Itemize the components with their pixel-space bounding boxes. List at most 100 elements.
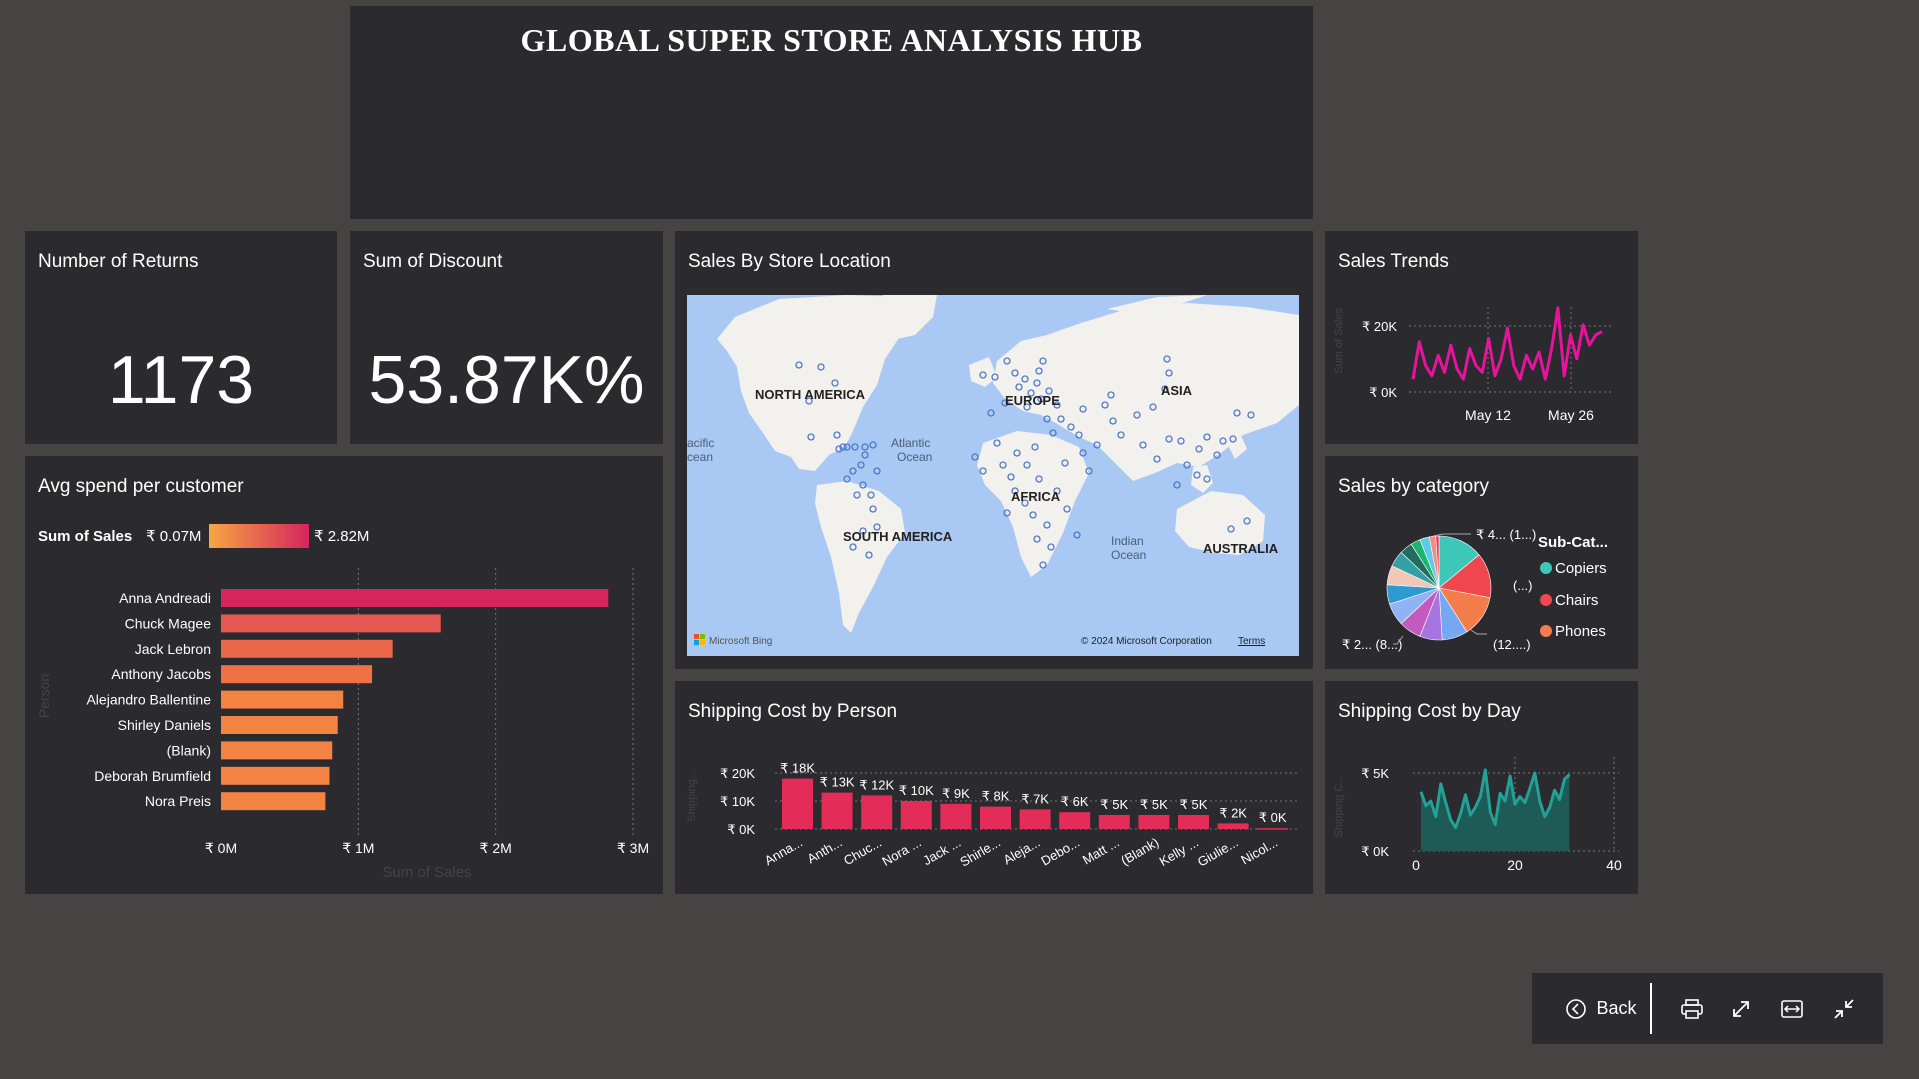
ship-person-data-label: ₹ 10K bbox=[899, 783, 934, 798]
avg-spend-bar bbox=[221, 614, 441, 633]
sales-trends-chart: Sum of Sales ₹ 20K ₹ 0K May 12 May 26 bbox=[1333, 306, 1613, 423]
label-asia: ASIA bbox=[1161, 383, 1193, 398]
discount-card[interactable]: Sum of Discount 53.87K% bbox=[350, 231, 663, 444]
avg-spend-category-label: Anna Andreadi bbox=[119, 590, 211, 606]
sales-trends-visual[interactable]: Sales Trends Sum of Sales ₹ 20K ₹ 0K May 1… bbox=[1325, 231, 1638, 444]
print-button[interactable] bbox=[1672, 973, 1712, 1044]
ship-person-bar bbox=[940, 803, 972, 829]
avg-spend-category-label: Deborah Brumfield bbox=[94, 768, 211, 784]
back-icon bbox=[1566, 998, 1587, 1019]
trends-y-tick: ₹ 0K bbox=[1369, 385, 1397, 400]
ship-person-data-label: ₹ 5K bbox=[1180, 797, 1208, 812]
discount-card-title: Sum of Discount bbox=[363, 251, 503, 272]
report-navigation-bar: Back bbox=[1532, 973, 1883, 1044]
pie-label-top: ₹ 4... (1...) bbox=[1476, 527, 1536, 542]
avg-spend-x-tick: ₹ 1M bbox=[342, 840, 374, 856]
ship-person-category-label: Nicol... bbox=[1238, 835, 1280, 868]
ship-person-category-label: Chuc... bbox=[841, 835, 884, 869]
ship-person-bar bbox=[1178, 815, 1209, 829]
returns-card-title: Number of Returns bbox=[38, 251, 199, 272]
ship-person-data-label: ₹ 9K bbox=[942, 786, 970, 801]
pie-leader-line bbox=[1470, 629, 1487, 635]
avg-spend-bar bbox=[221, 639, 393, 658]
ship-person-data-label: ₹ 6K bbox=[1061, 794, 1089, 809]
expand-button[interactable] bbox=[1721, 973, 1761, 1044]
collapse-button[interactable] bbox=[1824, 973, 1864, 1044]
category-pie-chart: ₹ 4... (1...) (...) ₹ 2... (8...) (12...… bbox=[1342, 527, 1608, 652]
back-label: Back bbox=[1596, 998, 1637, 1018]
pie-legend-title: Sub-Cat... bbox=[1538, 534, 1608, 551]
bing-brand: Microsoft Bing bbox=[709, 636, 772, 647]
ship-day-x-tick: 40 bbox=[1606, 857, 1622, 873]
avg-spend-x-tick: ₹ 3M bbox=[617, 840, 649, 856]
ship-person-bar bbox=[1019, 809, 1051, 829]
avg-spend-x-tick: ₹ 2M bbox=[480, 840, 512, 856]
fit-width-button[interactable] bbox=[1772, 973, 1812, 1044]
label-europe: EUROPE bbox=[1005, 393, 1060, 408]
shipping-person-visual[interactable]: Shipping Cost by Person Shipping... ₹ 20… bbox=[675, 681, 1313, 894]
ship-person-data-label: ₹ 12K bbox=[859, 777, 894, 792]
ship-person-bar bbox=[900, 801, 932, 829]
svg-text:Phones: Phones bbox=[1555, 623, 1606, 640]
pie-label-mid: (...) bbox=[1513, 578, 1533, 593]
avg-spend-bar bbox=[221, 589, 609, 607]
label-south-america: SOUTH AMERICA bbox=[843, 529, 953, 544]
ship-person-bar bbox=[1059, 812, 1091, 829]
avg-spend-bar bbox=[221, 716, 338, 734]
pie-leader-line bbox=[1432, 533, 1471, 537]
returns-value: 1173 bbox=[107, 342, 255, 418]
legend-gradient bbox=[209, 524, 309, 548]
ship-person-category-label: Kelly ... bbox=[1157, 835, 1201, 869]
avg-spend-y-title: Person bbox=[36, 674, 52, 718]
label-africa: AFRICA bbox=[1011, 489, 1061, 504]
avg-spend-category-label: Alejandro Ballentine bbox=[86, 692, 211, 708]
map-visual[interactable]: Sales By Store Location NORTH AMERICA EU… bbox=[675, 231, 1313, 669]
collapse-icon bbox=[1834, 998, 1854, 1019]
label-atlantic-2: Ocean bbox=[897, 450, 932, 464]
avg-spend-bar bbox=[221, 792, 326, 811]
label-indian-2: Ocean bbox=[1111, 548, 1146, 562]
avg-spend-x-tick: ₹ 0M bbox=[205, 840, 237, 856]
pie-legend-item-copiers: Copiers bbox=[1540, 560, 1607, 577]
shipping-person-y-title: Shipping... bbox=[686, 770, 698, 822]
ship-person-category-label: Anna... bbox=[762, 835, 805, 869]
returns-card[interactable]: Number of Returns 1173 bbox=[25, 231, 337, 444]
legend-label: Sum of Sales bbox=[38, 528, 132, 545]
legend-min: ₹ 0.07M bbox=[146, 528, 201, 545]
avg-spend-category-label: Chuck Magee bbox=[125, 615, 212, 631]
report-title: GLOBAL SUPER STORE ANALYSIS HUB bbox=[520, 22, 1143, 58]
ship-person-data-label: ₹ 7K bbox=[1021, 791, 1049, 806]
avg-spend-category-label: Jack Lebron bbox=[135, 641, 211, 657]
back-button[interactable]: Back bbox=[1557, 973, 1645, 1044]
ship-person-category-label: (Blank) bbox=[1118, 835, 1161, 869]
ship-person-bar bbox=[782, 778, 813, 829]
ship-day-y-tick: ₹ 0K bbox=[1361, 844, 1389, 859]
avg-spend-bar bbox=[221, 741, 333, 760]
label-pacific-1: acific bbox=[687, 436, 714, 450]
avg-spend-chart: Sum of Sales ₹ 0.07M ₹ 2.82M Person Sum … bbox=[36, 524, 649, 881]
avg-spend-bar bbox=[221, 690, 344, 709]
ship-person-category-label: Debo... bbox=[1038, 835, 1082, 869]
label-north-america: NORTH AMERICA bbox=[755, 387, 866, 402]
ship-person-bar bbox=[1098, 815, 1130, 829]
avg-spend-bar bbox=[221, 766, 330, 785]
ship-person-data-label: ₹ 13K bbox=[820, 775, 855, 790]
trends-x-tick: May 26 bbox=[1548, 407, 1594, 423]
report-header: GLOBAL SUPER STORE ANALYSIS HUB bbox=[350, 6, 1313, 219]
pie-label-bottom: (12....) bbox=[1493, 637, 1531, 652]
ship-person-data-label: ₹ 18K bbox=[780, 761, 815, 776]
ship-day-x-tick: 20 bbox=[1507, 857, 1523, 873]
sales-by-category-visual[interactable]: Sales by category ₹ 4... (1...) (...) ₹ … bbox=[1325, 456, 1638, 669]
pie-legend-item-chairs: Chairs bbox=[1540, 592, 1598, 609]
ship-person-category-label: Anth... bbox=[805, 835, 845, 867]
world-map[interactable]: NORTH AMERICA EUROPE ASIA AFRICA SOUTH A… bbox=[687, 295, 1299, 656]
avg-spend-visual[interactable]: Avg spend per customer Sum of Sales ₹ 0.… bbox=[25, 456, 663, 894]
svg-text:Copiers: Copiers bbox=[1555, 560, 1607, 577]
avg-spend-category-label: (Blank) bbox=[167, 742, 211, 758]
avg-spend-category-label: Shirley Daniels bbox=[118, 717, 211, 733]
nav-separator bbox=[1650, 983, 1652, 1034]
ship-person-category-label: Jack ... bbox=[920, 835, 963, 869]
shipping-day-visual[interactable]: Shipping Cost by Day Shipping C... ₹ 5K ₹… bbox=[1325, 681, 1638, 894]
map-terms-link[interactable]: Terms bbox=[1238, 636, 1265, 647]
label-pacific-2: cean bbox=[687, 450, 713, 464]
